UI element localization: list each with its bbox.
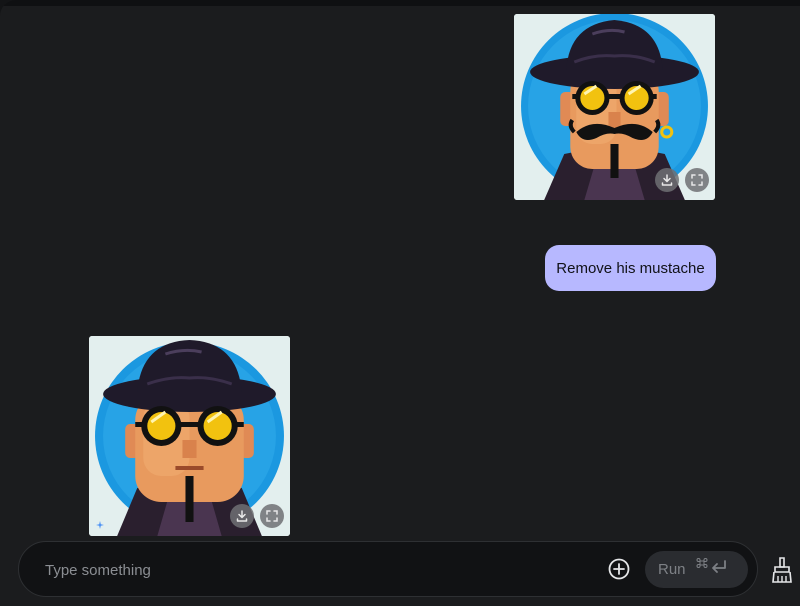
user-message-bubble: Remove his mustache [545,245,716,291]
prompt-input[interactable] [43,542,587,598]
run-button[interactable]: Run [645,551,748,588]
download-button[interactable] [655,168,679,192]
download-button[interactable] [230,504,254,528]
sparkle-icon [96,521,104,529]
top-edge [0,0,800,6]
generated-image-card[interactable] [89,336,290,536]
prompt-composer: Run [18,541,758,598]
chat-panel: Remove his mustache Type something Run [0,0,800,606]
portrait-with-mustache-image [514,14,715,200]
user-message-text: Remove his mustache [556,259,705,277]
fullscreen-icon [691,174,703,186]
broom-icon[interactable] [770,556,794,584]
portrait-without-mustache-image [89,336,290,536]
fullscreen-button[interactable] [685,168,709,192]
fullscreen-button[interactable] [260,504,284,528]
download-icon [661,174,673,186]
enter-key-icon [712,560,726,573]
generated-image-card[interactable] [514,14,715,200]
download-icon [236,510,248,522]
add-circle-icon[interactable] [607,557,631,581]
run-label: Run [658,561,686,578]
command-key-icon [696,558,708,568]
fullscreen-icon [266,510,278,522]
